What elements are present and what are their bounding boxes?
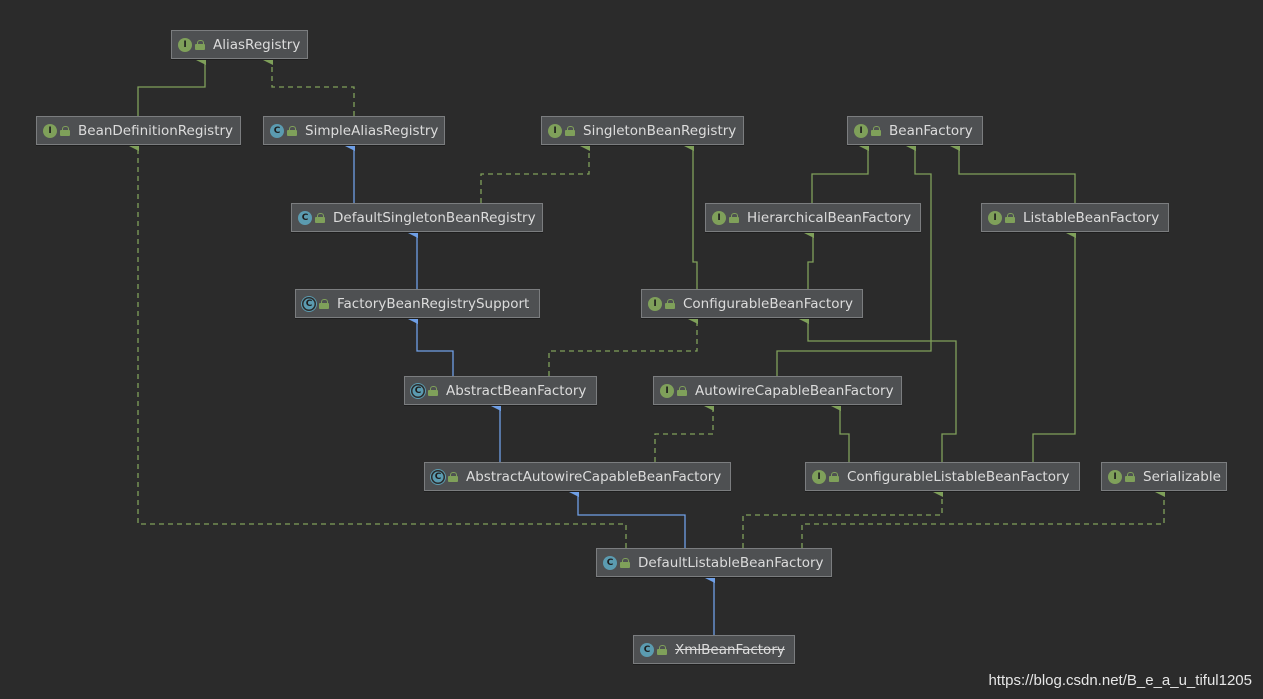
node-alias-registry[interactable]: I AliasRegistry (171, 30, 308, 59)
public-access-icon (657, 644, 667, 655)
public-access-icon (287, 125, 297, 136)
node-configurable-listable-bean-factory[interactable]: I ConfigurableListableBeanFactory (805, 462, 1080, 491)
edge-bean-definition-registry-to-alias-registry (137, 55, 206, 116)
interface-icon: I (812, 469, 826, 484)
public-access-icon (1005, 212, 1015, 223)
watermark: https://blog.csdn.net/B_e_a_u_tiful1205 (988, 672, 1252, 689)
class-icon: C (298, 210, 312, 225)
public-access-icon (195, 39, 205, 50)
node-label: BeanFactory (889, 122, 973, 139)
node-bean-definition-registry[interactable]: I BeanDefinitionRegistry (36, 116, 241, 145)
interface-icon: I (648, 296, 662, 311)
interface-icon: I (660, 383, 674, 398)
node-simple-alias-registry[interactable]: C SimpleAliasRegistry (263, 116, 445, 145)
inheritance-edges (129, 55, 1165, 635)
edge-default-listable-bean-factory-to-abstract-autowire-capable-bean-factory (569, 487, 686, 548)
edge-listable-bean-factory-to-bean-factory (950, 141, 1076, 203)
node-label: HierarchicalBeanFactory (747, 209, 912, 226)
node-xml-bean-factory[interactable]: C XmlBeanFactory (633, 635, 795, 664)
node-label: ConfigurableBeanFactory (683, 295, 854, 312)
edge-abstract-autowire-capable-bean-factory-to-autowire-capable-bean-factory (654, 401, 714, 462)
node-serializable[interactable]: I Serializable (1101, 462, 1227, 491)
node-label: Serializable (1143, 468, 1221, 485)
public-access-icon (620, 557, 630, 568)
edge-default-listable-bean-factory-to-configurable-listable-bean-factory (742, 487, 943, 548)
abstract-class-icon: C (411, 383, 425, 398)
interface-icon: I (43, 123, 57, 138)
interface-icon: I (1108, 469, 1122, 484)
node-bean-factory[interactable]: I BeanFactory (847, 116, 983, 145)
node-abstract-autowire-capable-bean-factory[interactable]: C AbstractAutowireCapableBeanFactory (424, 462, 731, 491)
node-label: ListableBeanFactory (1023, 209, 1160, 226)
interface-icon: I (854, 123, 868, 138)
node-label: FactoryBeanRegistrySupport (337, 295, 530, 312)
node-hierarchical-bean-factory[interactable]: I HierarchicalBeanFactory (705, 203, 921, 232)
node-default-listable-bean-factory[interactable]: C DefaultListableBeanFactory (596, 548, 832, 577)
node-configurable-bean-factory[interactable]: I ConfigurableBeanFactory (641, 289, 863, 318)
public-access-icon (428, 385, 438, 396)
node-singleton-bean-registry[interactable]: I SingletonBeanRegistry (541, 116, 744, 145)
node-label: SingletonBeanRegistry (583, 122, 737, 139)
abstract-class-icon: C (431, 469, 445, 484)
node-label: AliasRegistry (213, 36, 301, 53)
abstract-class-icon: C (302, 296, 316, 311)
edge-default-singleton-bean-registry-to-singleton-bean-registry (480, 141, 590, 203)
node-label: AutowireCapableBeanFactory (695, 382, 894, 399)
interface-icon: I (548, 123, 562, 138)
public-access-icon (60, 125, 70, 136)
interface-icon: I (712, 210, 726, 225)
node-label: XmlBeanFactory (675, 641, 785, 658)
edge-configurable-bean-factory-to-hierarchical-bean-factory (804, 228, 814, 289)
public-access-icon (677, 385, 687, 396)
node-label: ConfigurableListableBeanFactory (847, 468, 1070, 485)
interface-icon: I (988, 210, 1002, 225)
public-access-icon (1125, 471, 1135, 482)
edge-configurable-bean-factory-to-singleton-bean-registry (684, 141, 698, 289)
public-access-icon (665, 298, 675, 309)
public-access-icon (565, 125, 575, 136)
node-label: AbstractBeanFactory (446, 382, 587, 399)
node-factory-bean-registry-support[interactable]: C FactoryBeanRegistrySupport (295, 289, 540, 318)
node-listable-bean-factory[interactable]: I ListableBeanFactory (981, 203, 1169, 232)
node-label: DefaultSingletonBeanRegistry (333, 209, 536, 226)
node-label: SimpleAliasRegistry (305, 122, 439, 139)
public-access-icon (448, 471, 458, 482)
class-icon: C (270, 123, 284, 138)
edge-abstract-bean-factory-to-configurable-bean-factory (548, 314, 698, 376)
node-abstract-bean-factory[interactable]: C AbstractBeanFactory (404, 376, 597, 405)
class-icon: C (640, 642, 654, 657)
public-access-icon (829, 471, 839, 482)
edge-abstract-bean-factory-to-factory-bean-registry-support (408, 314, 454, 376)
class-icon: C (603, 555, 617, 570)
node-autowire-capable-bean-factory[interactable]: I AutowireCapableBeanFactory (653, 376, 902, 405)
node-label: AbstractAutowireCapableBeanFactory (466, 468, 722, 485)
edge-default-listable-bean-factory-to-serializable (801, 487, 1165, 548)
node-default-singleton-bean-registry[interactable]: C DefaultSingletonBeanRegistry (291, 203, 543, 232)
node-label: BeanDefinitionRegistry (78, 122, 234, 139)
edge-configurable-listable-bean-factory-to-autowire-capable-bean-factory (831, 401, 850, 462)
public-access-icon (315, 212, 325, 223)
edge-configurable-listable-bean-factory-to-listable-bean-factory (1032, 228, 1076, 462)
public-access-icon (319, 298, 329, 309)
edge-hierarchical-bean-factory-to-bean-factory (811, 141, 869, 203)
node-label: DefaultListableBeanFactory (638, 554, 824, 571)
public-access-icon (729, 212, 739, 223)
interface-icon: I (178, 37, 192, 52)
public-access-icon (871, 125, 881, 136)
edge-simple-alias-registry-to-alias-registry (263, 55, 355, 116)
